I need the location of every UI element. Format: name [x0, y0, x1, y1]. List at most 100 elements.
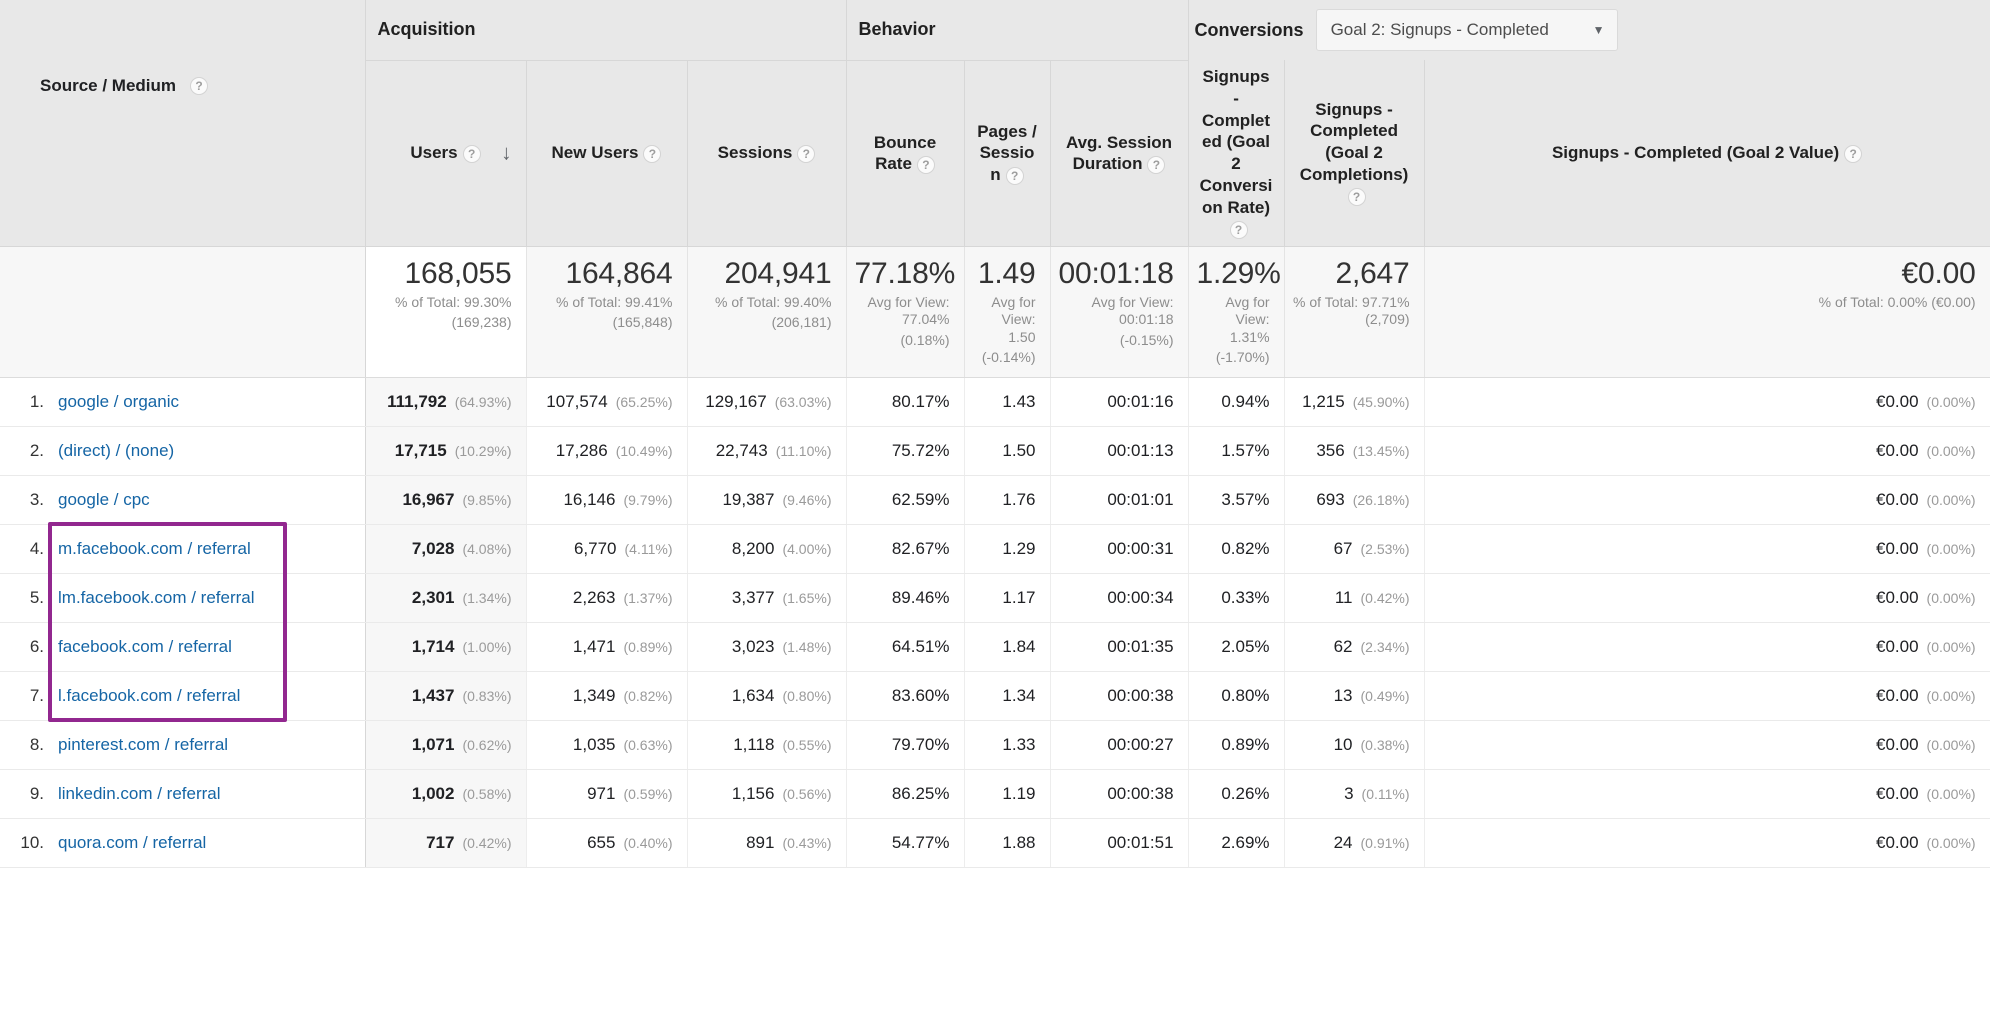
- goal-selector-dropdown[interactable]: Goal 2: Signups - Completed ▼: [1315, 9, 1618, 51]
- summary-goal2-completions-cell: 2,647 % of Total: 97.71% (2,709): [1284, 246, 1425, 378]
- cell-value: €0.00: [1875, 538, 1919, 558]
- summary-users-cell: 168,055 % of Total: 99.30% (169,238): [365, 246, 527, 378]
- cell-percent: (9.79%): [623, 491, 673, 508]
- cell-sessions: 3,023 (1.48%): [687, 622, 847, 672]
- cell-percent: (64.93%): [454, 393, 512, 410]
- help-icon[interactable]: ?: [1147, 155, 1166, 174]
- cell-goal2-value: €0.00 (0.00%): [1424, 622, 1990, 672]
- column-header-goal2-value[interactable]: Signups - Completed (Goal 2 Value)?: [1424, 60, 1990, 247]
- help-icon[interactable]: ?: [1347, 188, 1366, 207]
- cell-users: 1,437 (0.83%): [365, 671, 527, 721]
- summary-bounce-rate-sub1: Avg for View: 77.04%: [867, 293, 950, 328]
- source-medium-link[interactable]: google / cpc: [58, 490, 150, 510]
- help-icon[interactable]: ?: [1229, 220, 1248, 239]
- column-header-users[interactable]: Users? ↓: [365, 60, 527, 247]
- cell-goal2-value: €0.00 (0.00%): [1424, 475, 1990, 525]
- column-header-bounce-rate[interactable]: Bounce Rate?: [846, 60, 965, 247]
- cell-percent: (9.85%): [462, 491, 512, 508]
- cell-goal2-rate: 0.33%: [1188, 573, 1285, 623]
- cell-avg-session-duration: 00:00:31: [1050, 524, 1189, 574]
- source-medium-link[interactable]: lm.facebook.com / referral: [58, 588, 255, 608]
- source-medium-link[interactable]: pinterest.com / referral: [58, 735, 228, 755]
- cell-value: 24: [1333, 832, 1353, 852]
- cell-value: 19,387: [722, 489, 775, 509]
- cell-value: 2.05%: [1221, 636, 1270, 656]
- cell-value: 1.33: [1002, 734, 1036, 754]
- source-medium-link[interactable]: m.facebook.com / referral: [58, 539, 251, 559]
- table-row[interactable]: 2. (direct) / (none) 17,715 (10.29%) 17,286 (…: [0, 426, 1990, 476]
- cell-goal2-completions: 11 (0.42%): [1284, 573, 1425, 623]
- sort-descending-icon[interactable]: ↓: [501, 143, 512, 164]
- cell-percent: (4.08%): [462, 540, 512, 557]
- dimension-header-cell[interactable]: Source / Medium ?: [0, 0, 366, 247]
- cell-value: 3,023: [731, 636, 775, 656]
- cell-value: 22,743: [715, 440, 768, 460]
- goal-selector-value: Goal 2: Signups - Completed: [1330, 20, 1549, 39]
- summary-goal2-rate-value: 1.29%: [1196, 257, 1281, 290]
- help-icon[interactable]: ?: [1005, 166, 1024, 185]
- cell-percent: (0.49%): [1360, 687, 1410, 704]
- cell-value: 10: [1333, 734, 1353, 754]
- cell-goal2-rate: 0.82%: [1188, 524, 1285, 574]
- help-icon[interactable]: ?: [462, 144, 481, 163]
- cell-percent: (4.11%): [624, 540, 673, 557]
- source-medium-link[interactable]: (direct) / (none): [58, 441, 174, 461]
- table-row[interactable]: 10. quora.com / referral 717 (0.42%) 655 (0.4…: [0, 818, 1990, 868]
- cell-new-users: 16,146 (9.79%): [526, 475, 688, 525]
- cell-percent: (0.11%): [1361, 785, 1410, 802]
- table-row[interactable]: 4. m.facebook.com / referral 7,028 (4.08%) 6…: [0, 524, 1990, 574]
- cell-value: 0.80%: [1221, 685, 1270, 705]
- cell-value: 1.43: [1002, 391, 1036, 411]
- column-header-goal2-completions[interactable]: Signups - Completed (Goal 2 Completions)…: [1284, 60, 1425, 247]
- table-row[interactable]: 5. lm.facebook.com / referral 2,301 (1.34%)…: [0, 573, 1990, 623]
- cell-value: 1.34: [1002, 685, 1036, 705]
- table-row[interactable]: 7. l.facebook.com / referral 1,437 (0.83%) 1…: [0, 671, 1990, 721]
- help-icon[interactable]: ?: [916, 155, 935, 174]
- cell-users: 717 (0.42%): [365, 818, 527, 868]
- help-icon[interactable]: ?: [1844, 144, 1863, 163]
- table-row[interactable]: 3. google / cpc 16,967 (9.85%) 16,146 (9.79%)…: [0, 475, 1990, 525]
- summary-pages-session-sub2: (-0.14%): [981, 349, 1036, 366]
- table-row[interactable]: 9. linkedin.com / referral 1,002 (0.58%) 971…: [0, 769, 1990, 819]
- row-index: 4.: [29, 538, 44, 558]
- help-icon[interactable]: ?: [190, 77, 209, 95]
- cell-percent: (1.65%): [782, 589, 832, 606]
- cell-goal2-value: €0.00 (0.00%): [1424, 524, 1990, 574]
- source-medium-link[interactable]: l.facebook.com / referral: [58, 686, 240, 706]
- summary-pages-session-value: 1.49: [977, 257, 1036, 290]
- cell-value: 1,118: [733, 734, 775, 754]
- row-dimension-cell: 7. l.facebook.com / referral: [0, 671, 366, 721]
- cell-value: 0.82%: [1221, 538, 1270, 558]
- cell-users: 7,028 (4.08%): [365, 524, 527, 574]
- column-header-pages-session[interactable]: Pages / Session?: [964, 60, 1051, 247]
- source-medium-link[interactable]: quora.com / referral: [58, 833, 206, 853]
- cell-percent: (0.55%): [782, 736, 832, 753]
- cell-value: 83.60%: [891, 685, 950, 705]
- cell-users: 1,714 (1.00%): [365, 622, 527, 672]
- column-header-sessions[interactable]: Sessions?: [687, 60, 847, 247]
- cell-value: 75.72%: [891, 440, 950, 460]
- summary-sessions-value: 204,941: [724, 257, 832, 290]
- cell-percent: (0.00%): [1926, 442, 1976, 459]
- help-icon[interactable]: ?: [797, 144, 816, 163]
- table-row[interactable]: 1. google / organic 111,792 (64.93%) 107,574…: [0, 377, 1990, 427]
- cell-bounce-rate: 54.77%: [846, 818, 965, 868]
- cell-goal2-rate: 0.80%: [1188, 671, 1285, 721]
- cell-value: 1,437: [411, 685, 455, 705]
- column-header-avg-session-duration[interactable]: Avg. Session Duration?: [1050, 60, 1189, 247]
- source-medium-link[interactable]: facebook.com / referral: [58, 637, 232, 657]
- row-index: 6.: [29, 636, 44, 656]
- cell-value: 717: [426, 832, 455, 852]
- column-header-new-users[interactable]: New Users?: [526, 60, 688, 247]
- source-medium-link[interactable]: google / organic: [58, 392, 179, 412]
- source-medium-link[interactable]: linkedin.com / referral: [58, 784, 221, 804]
- column-header-goal2-conversion-rate[interactable]: Signups - Completed (Goal 2 Conversion R…: [1188, 60, 1285, 247]
- cell-value: 00:01:35: [1107, 636, 1174, 656]
- row-index: 5.: [29, 587, 44, 607]
- cell-bounce-rate: 83.60%: [846, 671, 965, 721]
- cell-percent: (65.25%): [615, 393, 673, 410]
- table-row[interactable]: 8. pinterest.com / referral 1,071 (0.62%) 1,…: [0, 720, 1990, 770]
- table-row[interactable]: 6. facebook.com / referral 1,714 (1.00%) 1,4…: [0, 622, 1990, 672]
- cell-value: 1,071: [411, 734, 455, 754]
- help-icon[interactable]: ?: [643, 144, 662, 163]
